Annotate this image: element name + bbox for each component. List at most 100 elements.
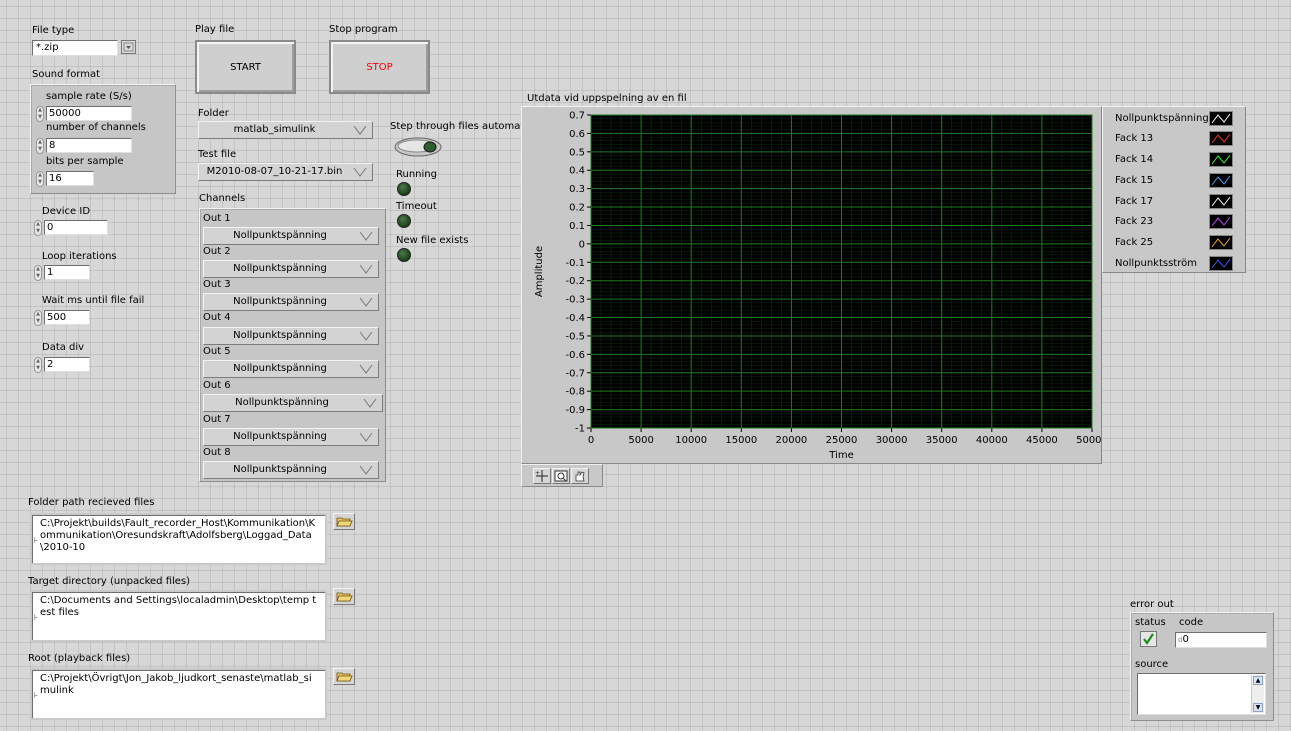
scroll-up-icon[interactable]: ▲ xyxy=(1253,676,1263,685)
bits-per-sample-control[interactable]: ▲ ▼ 16 xyxy=(36,171,96,187)
device-id-input[interactable]: 0 xyxy=(44,220,108,235)
status-label: status xyxy=(1135,617,1166,628)
legend-label: Nollpunktsström xyxy=(1115,258,1197,269)
play-file-label: Play file xyxy=(195,24,235,35)
source-label: source xyxy=(1135,659,1169,670)
increment-decrement-icon[interactable]: ▲ ▼ xyxy=(36,106,44,122)
legend-item[interactable]: Fack 15 xyxy=(1103,171,1235,191)
browse-received-button[interactable] xyxy=(333,513,355,530)
root-path-value: C:\Projekt\Övrigt\Jon_Jakob_ljudkort_sen… xyxy=(40,673,312,696)
legend-item[interactable]: Fack 23 xyxy=(1103,212,1235,232)
data-div-label: Data div xyxy=(42,342,85,353)
y-tick-label: 0.1 xyxy=(569,221,585,232)
root-path-label: Root (playback files) xyxy=(28,653,131,664)
scroll-down-icon[interactable]: ▼ xyxy=(1253,703,1263,712)
bits-per-sample-input[interactable]: 16 xyxy=(46,171,94,186)
step-through-toggle[interactable] xyxy=(394,137,442,157)
legend-item[interactable]: Fack 17 xyxy=(1103,192,1235,212)
increment-decrement-icon[interactable]: ▲ ▼ xyxy=(34,220,42,236)
svg-text:+: + xyxy=(535,470,540,477)
out-7-value: Nollpunktspänning xyxy=(233,431,327,442)
zoom-icon[interactable] xyxy=(552,468,570,484)
y-axis-label: Amplitude xyxy=(534,246,545,297)
data-div-control[interactable]: ▲ ▼ 2 xyxy=(34,357,90,373)
out-6-select[interactable]: Nollpunktspänning xyxy=(203,394,383,412)
plot-style-icon xyxy=(1209,131,1233,146)
increment-decrement-icon[interactable]: ▲ ▼ xyxy=(36,171,44,187)
sample-rate-control[interactable]: ▲ ▼ 50000 xyxy=(36,106,136,122)
out-7-select[interactable]: Nollpunktspänning xyxy=(203,428,379,446)
out-2-select[interactable]: Nollpunktspänning xyxy=(203,260,379,278)
front-panel: File type *.zip Sound format sample rate… xyxy=(0,0,1291,731)
out-3-label: Out 3 xyxy=(203,279,231,290)
legend-item[interactable]: Fack 14 xyxy=(1103,150,1235,170)
x-tick-label: 35000 xyxy=(926,435,958,446)
out-3-select[interactable]: Nollpunktspänning xyxy=(203,293,379,311)
start-button[interactable]: START xyxy=(195,40,296,94)
out-1-select[interactable]: Nollpunktspänning xyxy=(203,227,379,245)
folder-select[interactable]: matlab_simulink xyxy=(198,121,373,139)
browse-target-button[interactable] xyxy=(333,588,355,605)
pan-hand-icon[interactable] xyxy=(571,468,589,484)
channels-count-input[interactable]: 8 xyxy=(46,138,132,153)
x-tick-label: 0 xyxy=(588,435,594,446)
data-div-input[interactable]: 2 xyxy=(44,357,90,372)
out-5-select[interactable]: Nollpunktspänning xyxy=(203,360,379,378)
out-4-select[interactable]: Nollpunktspänning xyxy=(203,327,379,345)
increment-decrement-icon[interactable]: ▲ ▼ xyxy=(34,357,42,373)
increment-decrement-icon[interactable]: ▲ ▼ xyxy=(34,265,42,281)
x-tick-label: 50000 xyxy=(1076,435,1101,446)
device-id-control[interactable]: ▲ ▼ 0 xyxy=(34,220,110,236)
file-type-input[interactable]: *.zip xyxy=(32,40,118,56)
chevron-down-icon xyxy=(353,125,367,141)
y-tick-label: -0.1 xyxy=(565,258,585,269)
out-8-label: Out 8 xyxy=(203,447,231,458)
source-indicator: ▲ ▼ xyxy=(1137,673,1266,715)
legend-item[interactable]: Fack 13 xyxy=(1103,129,1235,149)
wait-ms-control[interactable]: ▲ ▼ 500 xyxy=(34,310,90,326)
plot-legend: Nollpunktspänning Fack 13 Fack 14 Fack 1… xyxy=(1102,106,1246,273)
increment-decrement-icon[interactable]: ▲ ▼ xyxy=(34,310,42,326)
waveform-chart[interactable]: 0 5000 10000 15000 20000 25000 30000 35000 40000… xyxy=(522,107,1101,463)
code-label: code xyxy=(1179,617,1204,628)
received-path-label: Folder path recieved files xyxy=(28,497,155,508)
browse-root-button[interactable] xyxy=(333,668,355,685)
test-file-select[interactable]: M2010-08-07_10-21-17.bin xyxy=(198,163,373,181)
out-8-value: Nollpunktspänning xyxy=(233,464,327,475)
y-tick-label: -0.8 xyxy=(565,387,585,398)
x-tick-label: 20000 xyxy=(775,435,807,446)
legend-item[interactable]: Fack 25 xyxy=(1103,233,1235,253)
step-through-label: Step through files automatic xyxy=(390,121,533,132)
out-2-label: Out 2 xyxy=(203,246,231,257)
folder-icon xyxy=(336,672,353,682)
out-7-label: Out 7 xyxy=(203,414,231,425)
legend-label: Fack 23 xyxy=(1115,216,1154,227)
chevron-down-icon xyxy=(359,465,373,481)
target-directory-input[interactable]: ⊦ C:\Documents and Settings\localadmin\D… xyxy=(30,590,327,642)
legend-item[interactable]: Nollpunktsström xyxy=(1103,254,1235,274)
cursor-move-icon[interactable]: + xyxy=(533,468,551,484)
channels-count-control[interactable]: ▲ ▼ 8 xyxy=(36,138,136,154)
x-tick-label: 25000 xyxy=(826,435,858,446)
file-type-dropdown-button[interactable] xyxy=(121,40,136,54)
root-path-input[interactable]: ⊦ C:\Projekt\Övrigt\Jon_Jakob_ljudkort_s… xyxy=(30,668,327,720)
increment-decrement-icon[interactable]: ▲ ▼ xyxy=(36,138,44,154)
folder-label: Folder xyxy=(198,108,229,119)
loop-iterations-control[interactable]: ▲ ▼ 1 xyxy=(34,265,90,281)
source-scrollbar[interactable]: ▲ ▼ xyxy=(1251,675,1264,713)
loop-iterations-input[interactable]: 1 xyxy=(44,265,90,280)
stop-button[interactable]: STOP xyxy=(329,40,430,94)
received-path-input[interactable]: ⊦ C:\Projekt\builds\Fault_recorder_Host\… xyxy=(30,513,327,565)
legend-label: Fack 25 xyxy=(1115,237,1154,248)
channels-cluster: Out 1 Nollpunktspänning Out 2 Nollpunkts… xyxy=(199,208,386,482)
path-icon: ⊦ xyxy=(34,536,39,545)
out-8-select[interactable]: Nollpunktspänning xyxy=(203,461,379,479)
legend-label: Fack 13 xyxy=(1115,133,1154,144)
sample-rate-input[interactable]: 50000 xyxy=(46,106,132,121)
legend-item[interactable]: Nollpunktspänning xyxy=(1103,109,1235,129)
path-icon: ⊦ xyxy=(34,691,39,700)
code-value: 0 xyxy=(1182,634,1189,645)
wait-ms-input[interactable]: 500 xyxy=(44,310,90,325)
x-tick-label: 10000 xyxy=(675,435,707,446)
folder-icon xyxy=(336,592,353,602)
